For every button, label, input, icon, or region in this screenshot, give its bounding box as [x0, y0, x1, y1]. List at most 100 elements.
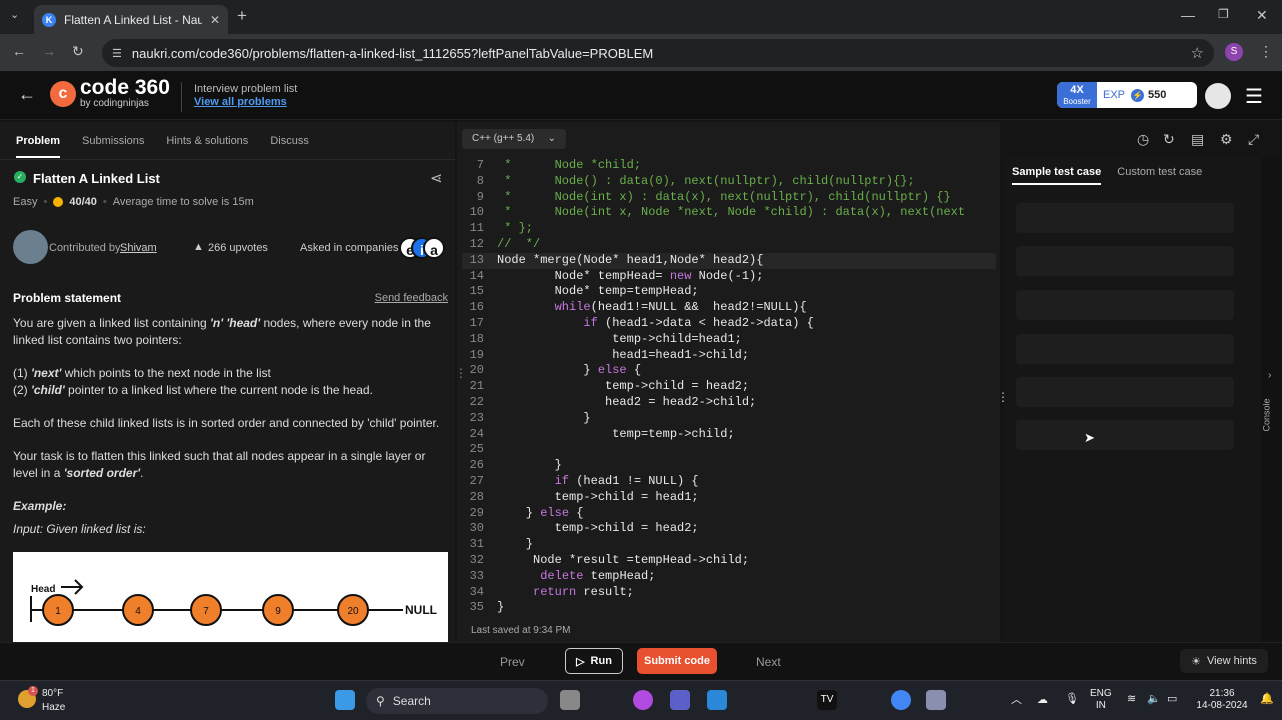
code-line[interactable]: 24 temp=temp->child;: [462, 427, 996, 443]
new-tab-plus-icon[interactable]: +: [237, 6, 247, 26]
run-button[interactable]: ▷ Run: [565, 648, 623, 674]
fullscreen-icon[interactable]: ⤢: [1248, 131, 1259, 148]
code-line[interactable]: 15 Node* temp=tempHead;: [462, 284, 996, 300]
code-text: Node *merge(Node* head1,Node* head2){: [497, 252, 764, 267]
chevron-up-icon[interactable]: ︿: [1011, 691, 1022, 707]
hamburger-menu-icon[interactable]: ☰: [1245, 84, 1263, 109]
code-line[interactable]: 35}: [462, 600, 996, 616]
code-line[interactable]: 23 }: [462, 411, 996, 427]
code-line[interactable]: 21 temp->child = head2;: [462, 379, 996, 395]
wifi-icon[interactable]: ≋: [1127, 692, 1136, 705]
code-line[interactable]: 8 * Node() : data(0), next(nullptr), chi…: [462, 174, 996, 190]
code-line[interactable]: 26 }: [462, 458, 996, 474]
code-line[interactable]: 7 * Node *child;: [462, 158, 996, 174]
maximize-icon[interactable]: ❐: [1218, 7, 1229, 21]
code-line[interactable]: 17 if (head1->data < head2->data) {: [462, 316, 996, 332]
code-line[interactable]: 11 * };: [462, 221, 996, 237]
window-close-icon[interactable]: ✕: [1256, 7, 1268, 24]
language-indicator[interactable]: ENG IN: [1090, 688, 1112, 712]
bookmark-star-icon[interactable]: ☆: [1191, 44, 1204, 62]
microphone-icon[interactable]: 🎙: [1065, 692, 1079, 705]
code-line[interactable]: 14 Node* tempHead= new Node(-1);: [462, 269, 996, 285]
send-feedback-link[interactable]: Send feedback: [375, 290, 448, 307]
exp-badge[interactable]: 4X Booster EXP ⚡ 550: [1057, 82, 1197, 108]
view-all-problems-link[interactable]: View all problems: [194, 96, 287, 108]
console-toggle[interactable]: › Console: [1262, 158, 1282, 642]
tradingview-icon[interactable]: TV: [817, 690, 837, 710]
code-line[interactable]: 19 head1=head1->child;: [462, 348, 996, 364]
file-explorer-icon[interactable]: [560, 690, 580, 710]
code-line[interactable]: 20 } else {: [462, 363, 996, 379]
battery-icon[interactable]: ▭: [1167, 692, 1177, 705]
teams-icon[interactable]: [670, 690, 690, 710]
tab-custom-test-case[interactable]: Custom test case: [1117, 166, 1202, 185]
code-line[interactable]: 22 head2 = head2->child;: [462, 395, 996, 411]
code-line[interactable]: 29 } else {: [462, 506, 996, 522]
code-line[interactable]: 9 * Node(int x) : data(x), next(nullptr)…: [462, 190, 996, 206]
tab-close-icon[interactable]: ✕: [210, 13, 220, 27]
submit-code-button[interactable]: Submit code: [637, 648, 717, 674]
copilot-icon[interactable]: [633, 690, 653, 710]
line-number: 16: [469, 300, 484, 315]
logo-icon[interactable]: c: [50, 81, 76, 107]
chrome-icon[interactable]: [891, 690, 911, 710]
notifications-icon[interactable]: 🔔: [1260, 692, 1274, 705]
clock[interactable]: 21:36 14-08-2024: [1190, 688, 1254, 712]
code-line[interactable]: 32 Node *result =tempHead->child;: [462, 553, 996, 569]
layout-icon[interactable]: ▤: [1191, 131, 1204, 148]
settings-gear-icon[interactable]: ⚙: [1220, 131, 1233, 148]
code-area[interactable]: 7 * Node *child; 8 * Node() : data(0), ne…: [462, 158, 996, 616]
back-arrow-icon[interactable]: ←: [18, 84, 36, 105]
cloud-icon[interactable]: ☁: [1037, 693, 1048, 706]
minimize-icon[interactable]: —: [1181, 7, 1195, 23]
loading-skeleton: [1016, 420, 1234, 450]
contributor-link[interactable]: Shivam: [120, 242, 157, 254]
view-hints-button[interactable]: ☀ View hints: [1180, 649, 1268, 673]
upvote-icon[interactable]: ▲: [193, 241, 204, 253]
share-icon[interactable]: ⋖: [430, 169, 443, 187]
amazon-logo-icon[interactable]: a: [423, 237, 445, 259]
code-line[interactable]: 12 // */: [462, 237, 996, 253]
snipping-tool-icon[interactable]: [926, 690, 946, 710]
next-button[interactable]: Next: [756, 655, 781, 669]
reset-code-icon[interactable]: ↻: [1163, 131, 1175, 148]
windows-start-icon[interactable]: [335, 690, 355, 710]
diagram-node-value: 1: [55, 606, 61, 617]
logo-text[interactable]: code 360: [80, 77, 170, 98]
tab-hints-solutions[interactable]: Hints & solutions: [166, 135, 248, 147]
browser-tab[interactable]: K Flatten A Linked List - Naukri C ✕: [34, 5, 228, 34]
tab-sample-test-case[interactable]: Sample test case: [1012, 166, 1102, 185]
taskbar-search[interactable]: ⚲ Search: [366, 688, 548, 714]
code-line[interactable]: 18 temp->child=head1;: [462, 332, 996, 348]
code-line[interactable]: 25: [462, 442, 996, 458]
tab-submissions[interactable]: Submissions: [82, 135, 144, 147]
code-line[interactable]: 10 * Node(int x, Node *next, Node *child…: [462, 205, 996, 221]
address-bar[interactable]: ☰ naukri.com/code360/problems/flatten-a-…: [102, 39, 1214, 67]
site-info-icon[interactable]: ☰: [112, 47, 122, 60]
line-number: 10: [469, 205, 484, 220]
speaker-icon[interactable]: 🔈: [1147, 692, 1161, 705]
code-line[interactable]: 34 return result;: [462, 585, 996, 601]
reload-icon[interactable]: ↻: [72, 43, 84, 60]
prev-button[interactable]: Prev: [500, 655, 525, 669]
forward-arrow-icon[interactable]: →: [42, 43, 56, 59]
back-arrow-icon[interactable]: ←: [12, 43, 26, 59]
code-line[interactable]: 30 temp->child = head2;: [462, 521, 996, 537]
code-line[interactable]: 31 }: [462, 537, 996, 553]
tab-list-chevron-icon[interactable]: ⌄: [10, 8, 19, 21]
tab-problem[interactable]: Problem: [16, 124, 61, 158]
tab-discuss[interactable]: Discuss: [270, 135, 309, 147]
store-icon[interactable]: [707, 690, 727, 710]
code-line[interactable]: 28 temp->child = head1;: [462, 490, 996, 506]
code-line[interactable]: 33 delete tempHead;: [462, 569, 996, 585]
user-avatar[interactable]: [1205, 83, 1231, 109]
code-line[interactable]: 13 Node *merge(Node* head1,Node* head2){: [462, 252, 996, 269]
code-line[interactable]: 27 if (head1 != NULL) {: [462, 474, 996, 490]
booster-sub: Booster: [1063, 97, 1091, 106]
code-line[interactable]: 16 while(head1!=NULL && head2!=NULL){: [462, 300, 996, 316]
language-select[interactable]: C++ (g++ 5.4) ⌄: [462, 129, 566, 149]
profile-avatar[interactable]: S: [1225, 43, 1243, 61]
panel-resize-handle[interactable]: ⋮: [455, 367, 467, 379]
browser-menu-icon[interactable]: ⋮: [1259, 43, 1273, 60]
timer-icon[interactable]: ◷: [1137, 131, 1149, 148]
